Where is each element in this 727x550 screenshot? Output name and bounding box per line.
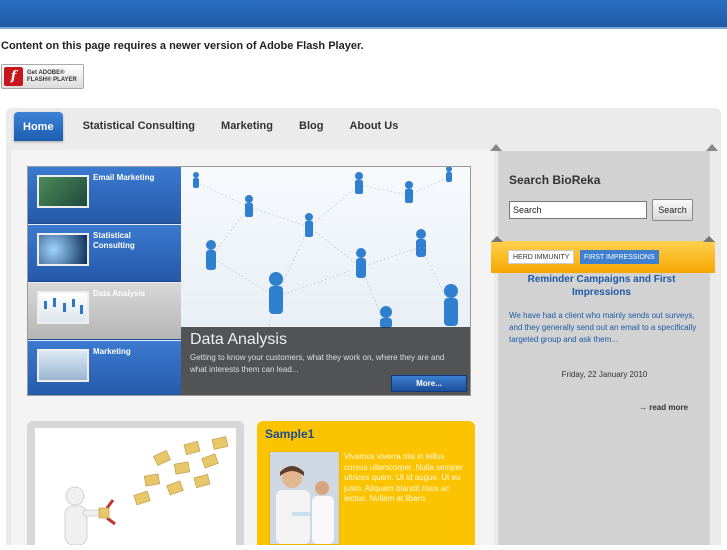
slider-thumb-label: Marketing (93, 347, 131, 356)
sample-text: Vivamus viverra nisi in tellus cursus ul… (344, 452, 463, 503)
top-banner (0, 0, 727, 29)
thumb-image (37, 349, 89, 382)
thumb-image (37, 175, 89, 208)
read-more-link[interactable]: → read more (639, 403, 688, 412)
slider-caption-text: Getting to know your customers, what the… (190, 353, 445, 374)
nav-item-blog[interactable]: Blog (299, 120, 323, 132)
more-button[interactable]: More... (391, 375, 467, 392)
sample-title: Sample1 (265, 427, 315, 441)
main-nav: Home Statistical Consulting Marketing Bl… (14, 110, 424, 142)
flash-player-icon: f (4, 67, 23, 86)
slider-thumb-label: Statistical Consulting (93, 231, 135, 250)
tab-first-impressions[interactable]: FIRST IMPRESSIONS (580, 250, 659, 264)
slider-thumb-email-marketing[interactable]: Email Marketing (28, 167, 181, 224)
slider-caption-title: Data Analysis (190, 331, 287, 348)
slider-thumbnails: Email Marketing Statistical Consulting D… (28, 167, 181, 395)
feature-box-left (27, 421, 244, 546)
sidebar-corner-left-icon (490, 144, 502, 151)
slider-thumb-statistical-consulting[interactable]: Statistical Consulting (28, 225, 181, 282)
tab-herd-immunity[interactable]: HERD IMMUNITY (508, 250, 575, 264)
sidebar-corner-right-icon (706, 144, 718, 151)
slider-thumb-label: Email Marketing (93, 173, 155, 182)
tab-strip-corner-left-icon (491, 236, 503, 242)
flash-required-message: Content on this page requires a newer ve… (1, 40, 364, 52)
envelopes-slingshot-illustration (64, 436, 229, 546)
nav-item-statistical-consulting[interactable]: Statistical Consulting (83, 120, 195, 132)
nav-item-about-us[interactable]: About Us (349, 120, 398, 132)
post-excerpt: We have had a client who mainly sends ou… (509, 311, 697, 344)
nav-item-marketing[interactable]: Marketing (221, 120, 273, 132)
flash-badge-line1: Get ADOBE® (27, 69, 65, 76)
sample-image (269, 451, 340, 545)
search-input[interactable] (509, 201, 647, 219)
get-flash-player-button[interactable]: f Get ADOBE® FLASH® PLAYER (1, 64, 84, 89)
post-title[interactable]: Reminder Campaigns and First Impressions (509, 273, 694, 299)
tab-strip-corner-right-icon (703, 236, 715, 242)
thumb-image (37, 233, 89, 266)
news-tab-strip: HERD IMMUNITY FIRST IMPRESSIONS (491, 241, 715, 273)
slider-thumb-label: Data Analysis (93, 289, 146, 298)
feature-box-image (35, 428, 236, 546)
thumb-image (37, 291, 89, 324)
nav-item-home[interactable]: Home (14, 111, 63, 141)
flash-logo-letter: f (10, 69, 17, 84)
flash-badge-line2: FLASH® PLAYER (27, 76, 77, 83)
featured-slider: Email Marketing Statistical Consulting D… (27, 166, 471, 396)
people-network-icon (44, 298, 83, 314)
slider-thumb-marketing[interactable]: Marketing (28, 341, 181, 395)
slider-thumb-data-analysis[interactable]: Data Analysis (28, 283, 181, 340)
slider-caption: Data Analysis Getting to know your custo… (181, 327, 470, 395)
search-button[interactable]: Search (652, 199, 693, 221)
post-date: Friday, 22 January 2010 (561, 370, 648, 379)
sidebar-title: Search BioReka (509, 173, 601, 187)
sample-box: Sample1 Vivamus viverra nisi in tellus c… (257, 421, 475, 545)
scientists-photo (270, 452, 339, 544)
flash-badge-text: Get ADOBE® FLASH® PLAYER (27, 70, 77, 84)
